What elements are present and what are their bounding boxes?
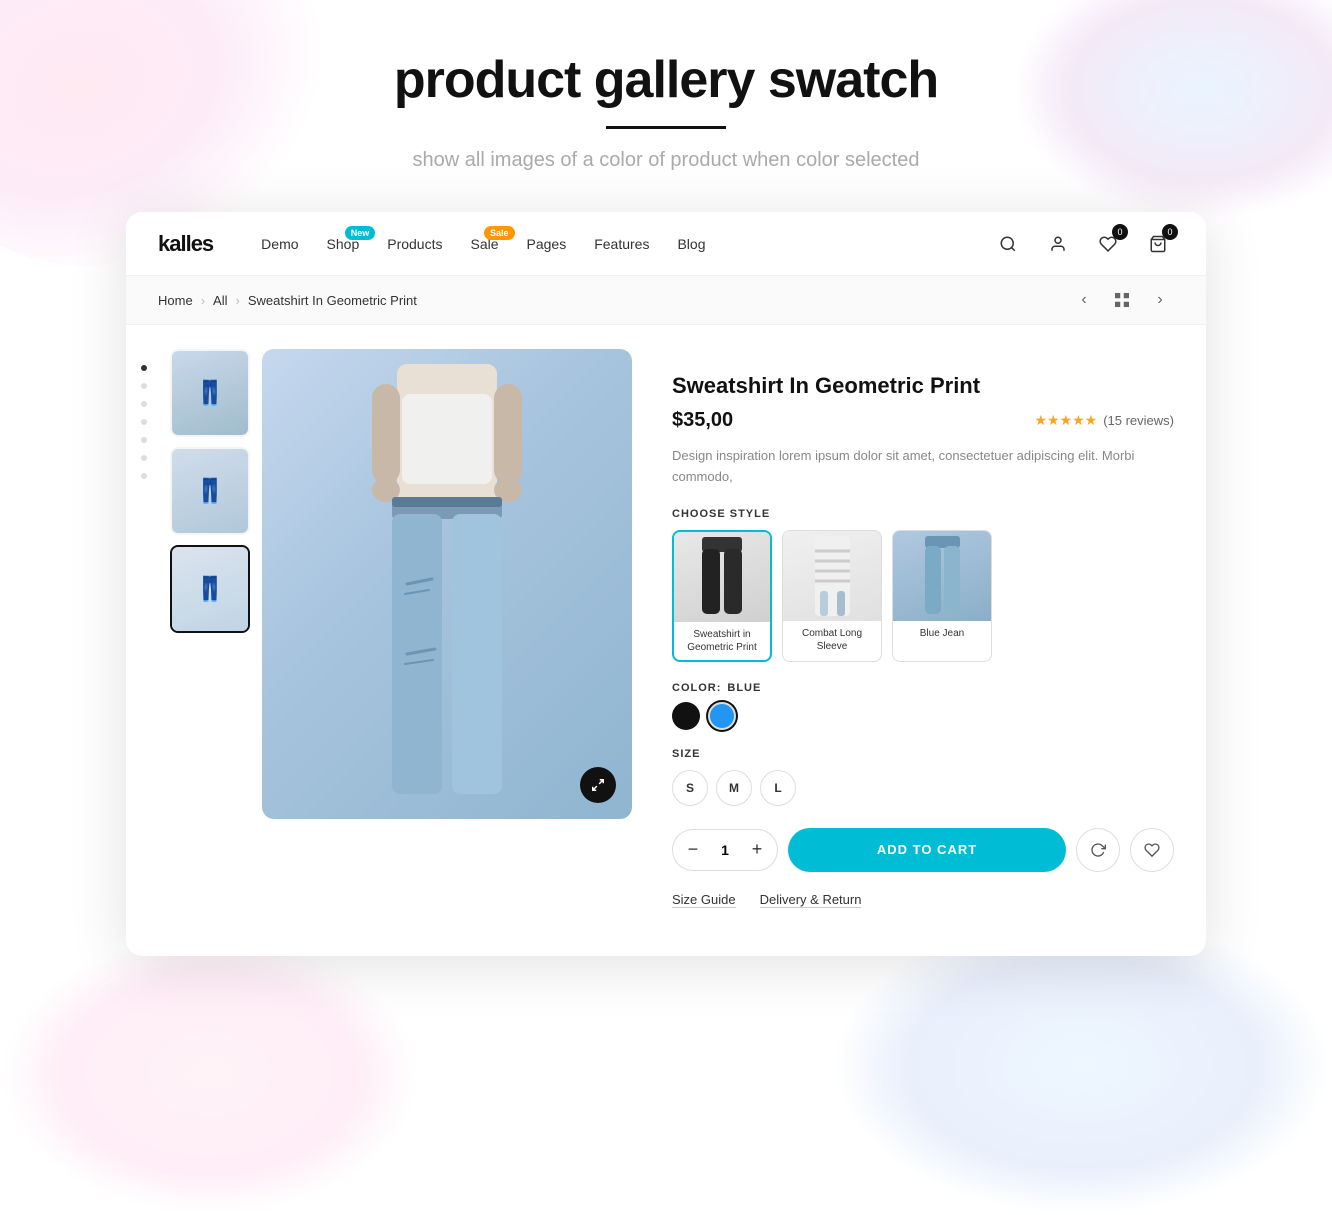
sidebar-dot-5[interactable] xyxy=(141,437,147,443)
style-label-3: Blue Jean xyxy=(893,621,991,646)
color-section: COLOR: BLUE xyxy=(672,682,1174,730)
hero-title: product gallery swatch xyxy=(394,50,938,110)
product-area: 👖 👖 👖 xyxy=(126,325,1206,956)
refresh-button[interactable] xyxy=(1076,828,1120,872)
breadcrumb-current: Sweatshirt In Geometric Print xyxy=(248,293,417,308)
search-icon[interactable] xyxy=(992,228,1024,260)
nav-link-features[interactable]: Features xyxy=(594,236,649,252)
thumbnail-list: 👖 👖 👖 xyxy=(170,349,250,932)
cart-row: − 1 + ADD TO CART xyxy=(672,828,1174,872)
grid-view-icon[interactable] xyxy=(1108,286,1136,314)
hero-section: product gallery swatch show all images o… xyxy=(394,50,938,172)
breadcrumb-nav: ‹ › xyxy=(1070,286,1174,314)
sidebar-dots xyxy=(126,325,162,956)
quantity-control: − 1 + xyxy=(672,829,778,871)
thumbnail-3[interactable]: 👖 xyxy=(170,545,250,633)
nav-link-blog[interactable]: Blog xyxy=(677,236,705,252)
thumbnail-1[interactable]: 👖 xyxy=(170,349,250,437)
rating-count: (15 reviews) xyxy=(1103,413,1174,428)
wishlist-button[interactable] xyxy=(1130,828,1174,872)
nav-link-pages[interactable]: Pages xyxy=(527,236,567,252)
style-grid: Sweatshirt in Geometric Print xyxy=(672,530,1174,662)
size-l-button[interactable]: L xyxy=(760,770,796,806)
product-description: Design inspiration lorem ipsum dolor sit… xyxy=(672,446,1174,488)
hero-subtitle: show all images of a color of product wh… xyxy=(394,149,938,172)
rating-stars: ★★★★★ xyxy=(1034,412,1097,429)
style-image-1 xyxy=(674,532,770,622)
sidebar-dot-2[interactable] xyxy=(141,383,147,389)
sidebar-dot-6[interactable] xyxy=(141,455,147,461)
wishlist-badge: 0 xyxy=(1112,224,1128,240)
product-rating: ★★★★★ (15 reviews) xyxy=(1034,412,1174,429)
product-info: Sweatshirt In Geometric Print $35,00 ★★★… xyxy=(644,349,1206,932)
sidebar-dot-3[interactable] xyxy=(141,401,147,407)
color-swatch-blue[interactable] xyxy=(708,702,736,730)
style-image-2 xyxy=(783,531,881,621)
product-title: Sweatshirt In Geometric Print xyxy=(672,373,1174,399)
account-icon[interactable] xyxy=(1042,228,1074,260)
style-label-1: Sweatshirt in Geometric Print xyxy=(674,622,770,660)
next-product-button[interactable]: › xyxy=(1146,286,1174,314)
color-swatches xyxy=(672,702,1174,730)
color-swatch-black[interactable] xyxy=(672,702,700,730)
wishlist-icon[interactable]: 0 xyxy=(1092,228,1124,260)
thumbnail-2[interactable]: 👖 xyxy=(170,447,250,535)
size-options: S M L xyxy=(672,770,1174,806)
store-window: kalles Demo Shop New Products Sale Sale … xyxy=(126,212,1206,956)
add-to-cart-button[interactable]: ADD TO CART xyxy=(788,828,1066,872)
color-selected-value: BLUE xyxy=(727,682,761,694)
nav-link-demo[interactable]: Demo xyxy=(261,236,298,252)
breadcrumb: Home › All › Sweatshirt In Geometric Pri… xyxy=(158,293,417,308)
breadcrumb-home[interactable]: Home xyxy=(158,293,193,308)
shop-badge: New xyxy=(345,226,376,240)
nav-icons: 0 0 xyxy=(992,228,1174,260)
sidebar-dot-4[interactable] xyxy=(141,419,147,425)
style-label-2: Combat Long Sleeve xyxy=(783,621,881,659)
product-price-row: $35,00 ★★★★★ (15 reviews) xyxy=(672,409,1174,432)
choose-style-label: CHOOSE STYLE xyxy=(672,508,1174,520)
nav-link-products[interactable]: Products xyxy=(387,236,442,252)
breadcrumb-all[interactable]: All xyxy=(213,293,227,308)
nav-link-shop[interactable]: Shop New xyxy=(327,236,360,252)
hero-divider xyxy=(606,126,726,129)
nav-link-sale[interactable]: Sale Sale xyxy=(470,236,498,252)
color-label: COLOR: xyxy=(672,682,721,694)
sale-badge: Sale xyxy=(484,226,515,240)
size-s-button[interactable]: S xyxy=(672,770,708,806)
breadcrumb-bar: Home › All › Sweatshirt In Geometric Pri… xyxy=(126,276,1206,325)
prev-product-button[interactable]: ‹ xyxy=(1070,286,1098,314)
size-label: SIZE xyxy=(672,748,1174,760)
increase-quantity-button[interactable]: + xyxy=(741,830,773,870)
store-logo: kalles xyxy=(158,231,213,257)
store-nav: kalles Demo Shop New Products Sale Sale … xyxy=(126,212,1206,276)
size-guide-link[interactable]: Size Guide xyxy=(672,892,736,908)
gallery-section: 👖 👖 👖 xyxy=(162,325,1206,956)
delivery-return-link[interactable]: Delivery & Return xyxy=(760,892,862,908)
product-price: $35,00 xyxy=(672,409,733,432)
style-option-2[interactable]: Combat Long Sleeve xyxy=(782,530,882,662)
sidebar-dot-7[interactable] xyxy=(141,473,147,479)
nav-links: Demo Shop New Products Sale Sale Pages F… xyxy=(261,236,992,252)
cart-icon[interactable]: 0 xyxy=(1142,228,1174,260)
size-m-button[interactable]: M xyxy=(716,770,752,806)
style-image-3 xyxy=(893,531,991,621)
main-product-image xyxy=(262,349,632,819)
style-option-1[interactable]: Sweatshirt in Geometric Print xyxy=(672,530,772,662)
expand-image-button[interactable] xyxy=(580,767,616,803)
quantity-value: 1 xyxy=(709,842,741,858)
style-option-3[interactable]: Blue Jean xyxy=(892,530,992,662)
links-row: Size Guide Delivery & Return xyxy=(672,892,1174,908)
cart-badge: 0 xyxy=(1162,224,1178,240)
product-image-display xyxy=(262,349,632,819)
decrease-quantity-button[interactable]: − xyxy=(677,830,709,870)
sidebar-dot-1[interactable] xyxy=(141,365,147,371)
